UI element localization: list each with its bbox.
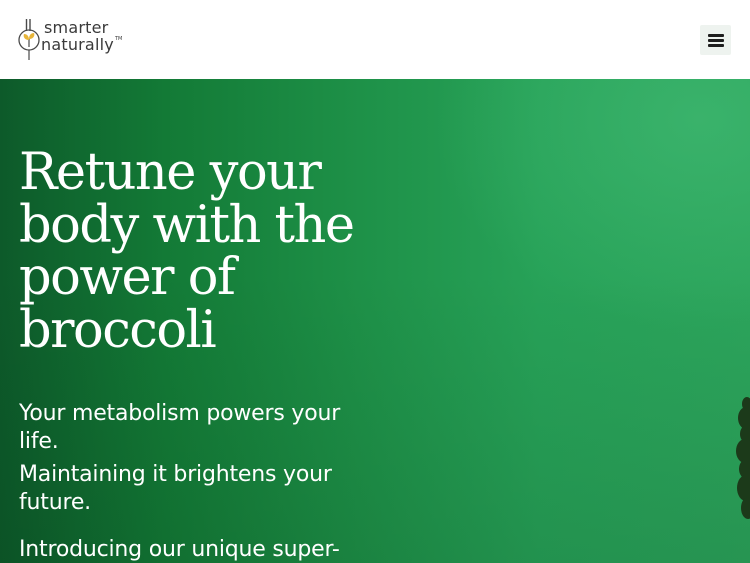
hero-paragraph-metabolism: Your metabolism powers your life.: [19, 400, 379, 456]
paragraph-line: Your metabolism powers your: [19, 401, 341, 426]
logo-text-naturally: naturally: [41, 35, 114, 54]
hero-paragraph-introducing: Introducing our unique super-: [19, 536, 379, 563]
headline-line: broccoli: [19, 300, 217, 360]
paragraph-line: future.: [19, 490, 91, 515]
hero-headline: Retune your body with the power of brocc…: [19, 143, 419, 360]
headline-line: power of: [19, 248, 236, 307]
headline-line: body with the: [19, 195, 355, 255]
paragraph-line: Introducing our unique super-: [19, 537, 340, 562]
paragraph-line: life.: [19, 429, 59, 454]
paragraph-line: Maintaining it brightens your: [19, 462, 332, 487]
broccoli-image: [736, 397, 750, 527]
site-header: smarter naturally TM: [0, 0, 750, 79]
hero-paragraph-future: Maintaining it brightens your future.: [19, 461, 379, 517]
headline-line: Retune your: [19, 143, 322, 202]
logo-trademark: TM: [115, 36, 123, 42]
hero-section: Retune your body with the power of brocc…: [0, 79, 750, 563]
brand-logo[interactable]: smarter naturally TM: [18, 17, 128, 61]
menu-toggle-button[interactable]: [700, 25, 731, 55]
